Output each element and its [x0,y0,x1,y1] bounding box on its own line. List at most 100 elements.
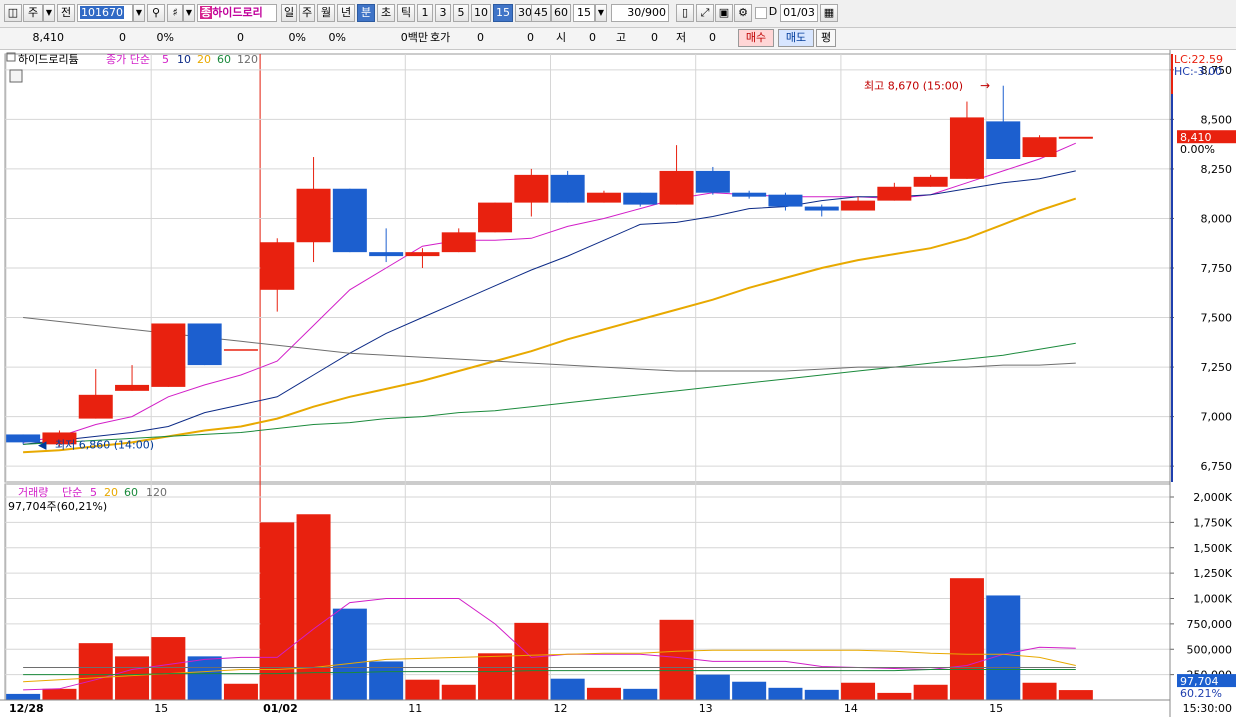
candle-body [115,384,150,391]
high-annotation: 최고 8,670 (15:00) [864,80,963,93]
volume-bar [187,656,222,700]
open-label: 시 [556,31,567,44]
grid-toggle-icon [9,69,23,83]
candle-body [586,192,621,203]
price-volume-chart[interactable]: 12/28 15 01/02 11 12 13 14 158,7508,5008,2508,0… [0,50,1236,717]
volume-legend-prefix: 단순 [62,486,82,499]
period-day[interactable]: 일 [281,4,297,22]
period-month[interactable]: 월 [317,4,335,22]
candle-body [804,206,839,211]
interval-45[interactable]: 45 [531,4,551,22]
count-value: 30 [627,6,642,19]
high-arrow-icon: → [980,79,990,93]
stock-name-field[interactable]: 종하이드로리 [197,4,277,22]
sell-button[interactable]: 매도 [778,29,814,47]
volume-bar [115,656,150,700]
interval-3[interactable]: 3 [435,4,451,22]
period-minute[interactable]: 분 [357,4,375,22]
volume-bar [1022,682,1057,700]
gear-icon[interactable]: ⚙ [734,4,752,22]
avg-button[interactable]: 평 [816,29,836,47]
period-tick[interactable]: 틱 [397,4,415,22]
search-icon[interactable]: ⚲ [147,4,165,22]
candle-body [913,176,948,187]
volume-pct: 0% [288,31,306,44]
hoga-value-2: 0 [527,31,534,44]
speaker-icon[interactable]: ♯ [167,4,183,22]
volume-legend-ma-20: 20 [104,486,118,499]
price-legend-ma-60: 60 [217,53,231,66]
volume-bar [695,674,730,700]
candle-body [1022,137,1057,158]
count-input[interactable]: 30/900 [611,4,669,22]
volume-axis-label: 1,750K [1193,516,1232,529]
calendar-icon[interactable]: ▦ [820,4,838,22]
hc-lc-bar [1171,54,1173,482]
change-pct: 0% [156,31,174,44]
candle-body [260,242,295,290]
volume-bar [550,678,585,700]
candle-icon[interactable]: ▯ [676,4,694,22]
price-axis-label: 7,500 [1201,312,1233,325]
volume-bar [405,679,440,700]
chart-toolbar: ◫ 주 ▼ 전 101670 ▼ ⚲ ♯ ▼ 종하이드로리 일 주 월 년 분 … [0,0,1236,28]
volume-bar [804,689,839,700]
speaker-dropdown-icon[interactable]: ▼ [183,4,195,22]
interval-60[interactable]: 60 [551,4,571,22]
candle-body [296,188,331,243]
interval-select[interactable]: 15 [573,4,595,22]
hoga-label: 호가 [430,31,451,44]
candle-body [623,192,658,205]
volume-bar [659,619,694,700]
price-legend-ma-120: 120 [237,53,258,66]
period-year[interactable]: 년 [337,4,355,22]
candle-body [478,202,513,233]
volume-bar [623,688,658,700]
candle-body [986,121,1021,160]
interval-10[interactable]: 10 [471,4,491,22]
interval-dropdown-icon[interactable]: ▼ [595,4,607,22]
volume-axis-label: 1,000K [1193,593,1232,606]
candle-body [187,323,222,366]
candle-body [695,170,730,193]
buy-button[interactable]: 매수 [738,29,774,47]
prev-button[interactable]: 전 [57,4,75,22]
code-dropdown-icon[interactable]: ▼ [133,4,145,22]
price-legend-ma-20: 20 [197,53,211,66]
period-week[interactable]: 주 [299,4,315,22]
interval-15[interactable]: 15 [493,4,513,22]
date-checkbox[interactable] [755,7,767,19]
draw-tool-icon[interactable]: ⤢ [696,4,714,22]
price-axis-label: 7,000 [1201,411,1233,424]
x-tick-label: 15 [989,702,1003,715]
open-value: 0 [589,31,596,44]
volume-bar [586,687,621,700]
date-input[interactable]: 01/03 [780,4,818,22]
low-value: 0 [709,31,716,44]
volume-value: 0 [237,31,244,44]
candle-body [550,174,585,203]
volume-axis-label: 750,000 [1187,618,1233,631]
hoga-value-1: 0 [477,31,484,44]
volume-bar [478,653,513,700]
market-dropdown-icon[interactable]: ▼ [43,4,55,22]
price-legend-prefix: 종가 단순 [106,53,150,66]
layout-icon[interactable]: ◫ [4,4,22,22]
candle-body [332,188,367,253]
price-legend-ma-10: 10 [177,53,191,66]
save-icon[interactable]: ▣ [715,4,733,22]
candle-body [877,186,912,201]
interval-5[interactable]: 5 [453,4,469,22]
stock-code-input[interactable]: 101670 [77,4,133,22]
volume-axis-label: 2,000K [1193,491,1232,504]
period-second[interactable]: 초 [377,4,395,22]
volume-bar [949,578,984,700]
market-select[interactable]: 주 [23,4,43,22]
interval-1[interactable]: 1 [417,4,433,22]
price-axis-label: 8,500 [1201,113,1233,126]
price-axis-label: 8,250 [1201,163,1233,176]
low-label: 저 [676,31,687,44]
candle-body [949,117,984,179]
x-tick-label: 13 [699,702,713,715]
quote-bar: 8,410 0 0% 0 0% 0% 0백만 호가 0 0 시 0 고 0 저 … [0,28,1236,50]
